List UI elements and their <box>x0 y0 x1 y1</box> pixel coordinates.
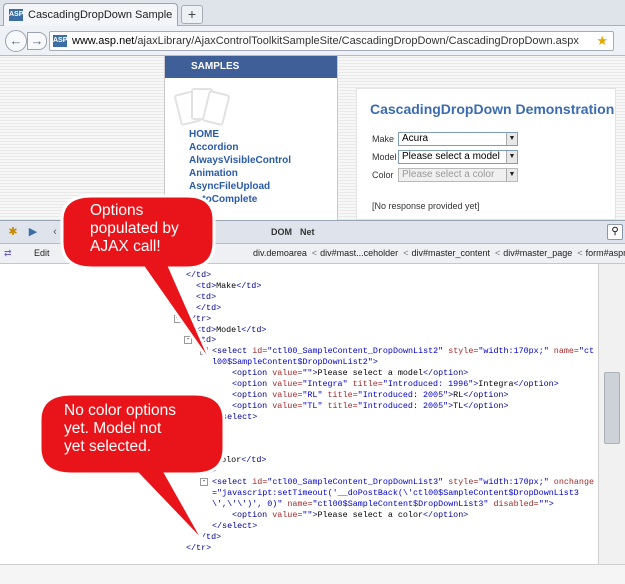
callout-bottom-line-1: No color options <box>64 402 177 419</box>
breadcrumb-item[interactable]: div#master_content <box>411 248 490 258</box>
scrollbar-thumb[interactable] <box>604 372 620 444</box>
code-line: <option value="RL" title="Introduced: 20… <box>232 389 509 400</box>
sidebar-link[interactable]: HOME <box>189 128 291 141</box>
vertical-scrollbar[interactable] <box>598 264 625 564</box>
code-line: <option value="">Please select a model</… <box>232 368 469 379</box>
code-line: </td> <box>196 302 222 313</box>
color-dropdown-value: Please select a color <box>402 169 495 180</box>
color-label: Color <box>372 170 394 180</box>
breadcrumb-separator: < <box>495 248 501 258</box>
code-line: <option value="Integra" title="Introduce… <box>232 379 559 389</box>
code-line: <option value="TL" title="Introduced: 20… <box>232 400 509 411</box>
callout-options-populated: Options populated by AJAX call! <box>52 190 222 369</box>
breadcrumb-separator: < <box>403 248 409 258</box>
code-line: l00$SampleContent$DropDownList2"> <box>212 357 378 368</box>
breadcrumb: div.demoarea < div#mast...ceholder < div#mas… <box>253 248 625 258</box>
callout-top-line-3: AJAX call! <box>90 238 161 255</box>
tab-title: CascadingDropDown Sample <box>28 9 173 21</box>
callout-bottom-line-3: yet selected. <box>64 438 152 455</box>
code-line: \',\'\')', 0)" name="ctl00$SampleContent… <box>212 498 554 509</box>
address-bar[interactable]: ASP www.asp.net/ajaxLibrary/AjaxControlT… <box>49 31 614 51</box>
code-line: <td> <box>196 291 217 302</box>
collapse-icon[interactable]: - <box>184 336 192 345</box>
callout-top-line-1: Options <box>90 202 144 219</box>
callout-bottom-text: No color options yet. Model not yet sele… <box>64 402 176 456</box>
tab-net[interactable]: Net <box>300 227 315 237</box>
code-line: <select id="ctl00_SampleContent_DropDown… <box>212 346 594 357</box>
sidebar-link[interactable]: Accordion <box>189 141 291 154</box>
chevron-down-icon: ▼ <box>506 151 517 163</box>
sidebar-link[interactable]: AlwaysVisibleControl <box>189 154 291 167</box>
edit-button[interactable]: Edit <box>34 248 50 258</box>
chevron-down-icon: ▼ <box>506 169 517 181</box>
make-dropdown-value: Acura <box>402 133 429 144</box>
callout-top-line-2: populated by <box>90 220 179 237</box>
response-text: [No response provided yet] <box>372 201 480 211</box>
samples-heading: SAMPLES <box>165 56 337 78</box>
new-tab-button[interactable]: + <box>181 5 203 24</box>
chevron-down-icon: ▼ <box>506 133 517 145</box>
code-line: <td>Model</td> <box>196 324 267 335</box>
code-line: </select> <box>212 520 258 531</box>
navigation-bar: ← → ASP www.asp.net/ajaxLibrary/AjaxCont… <box>0 26 625 56</box>
breadcrumb-item[interactable]: div#mast...ceholder <box>320 248 398 258</box>
callout-top-text: Options populated by AJAX call! <box>90 202 179 256</box>
callout-bottom-line-2: yet. Model not <box>64 420 162 437</box>
breadcrumb-separator: < <box>311 248 318 258</box>
demo-panel: CascadingDropDown Demonstration Make Acu… <box>356 88 616 220</box>
site-icon: ASP <box>53 35 67 47</box>
favicon-icon: ASP <box>9 9 23 21</box>
make-label: Make <box>372 134 395 144</box>
model-dropdown[interactable]: Please select a model ▼ <box>398 150 518 164</box>
firebug-bug-icon[interactable]: ✱ <box>6 225 20 239</box>
breadcrumb-item[interactable]: div#master_page <box>503 248 572 258</box>
make-dropdown[interactable]: Acura ▼ <box>398 132 518 146</box>
search-icon[interactable]: ⚲ <box>607 224 623 240</box>
code-line: </tr> <box>186 542 212 553</box>
code-line: <td>Make</td> <box>196 280 262 291</box>
breadcrumb-separator: < <box>577 248 583 258</box>
browser-tab-bar: ASP CascadingDropDown Sample + <box>0 0 625 26</box>
breadcrumb-item[interactable]: form#aspnet <box>586 248 625 258</box>
status-bar <box>0 564 625 584</box>
demo-title: CascadingDropDown Demonstration <box>370 101 615 117</box>
code-line: <option value="">Please select a color</… <box>232 509 469 520</box>
expand-icon[interactable]: ⇄ <box>4 248 17 260</box>
forward-arrow-icon[interactable]: → <box>27 32 47 50</box>
inspect-icon[interactable]: ▶ <box>26 225 40 239</box>
tab-dom[interactable]: DOM <box>271 227 292 237</box>
code-line: <select id="ctl00_SampleContent_DropDown… <box>212 477 594 488</box>
url-text: www.asp.net/ajaxLibrary/AjaxControlToolk… <box>72 35 579 47</box>
sidebar-link[interactable]: Animation <box>189 167 291 180</box>
callout-no-color-options: No color options yet. Model not yet sele… <box>34 390 234 547</box>
bookmark-star-icon[interactable]: ★ <box>596 33 608 49</box>
breadcrumb-item[interactable]: div.demoarea <box>253 248 307 258</box>
browser-tab[interactable]: ASP CascadingDropDown Sample <box>3 3 178 26</box>
model-label: Model <box>372 152 397 162</box>
model-dropdown-value: Please select a model <box>402 151 500 162</box>
back-arrow-icon[interactable]: ← <box>5 30 27 52</box>
code-line: ="javascript:setTimeout('__doPostBack(\'… <box>212 488 579 498</box>
color-dropdown[interactable]: Please select a color ▼ <box>398 168 518 182</box>
